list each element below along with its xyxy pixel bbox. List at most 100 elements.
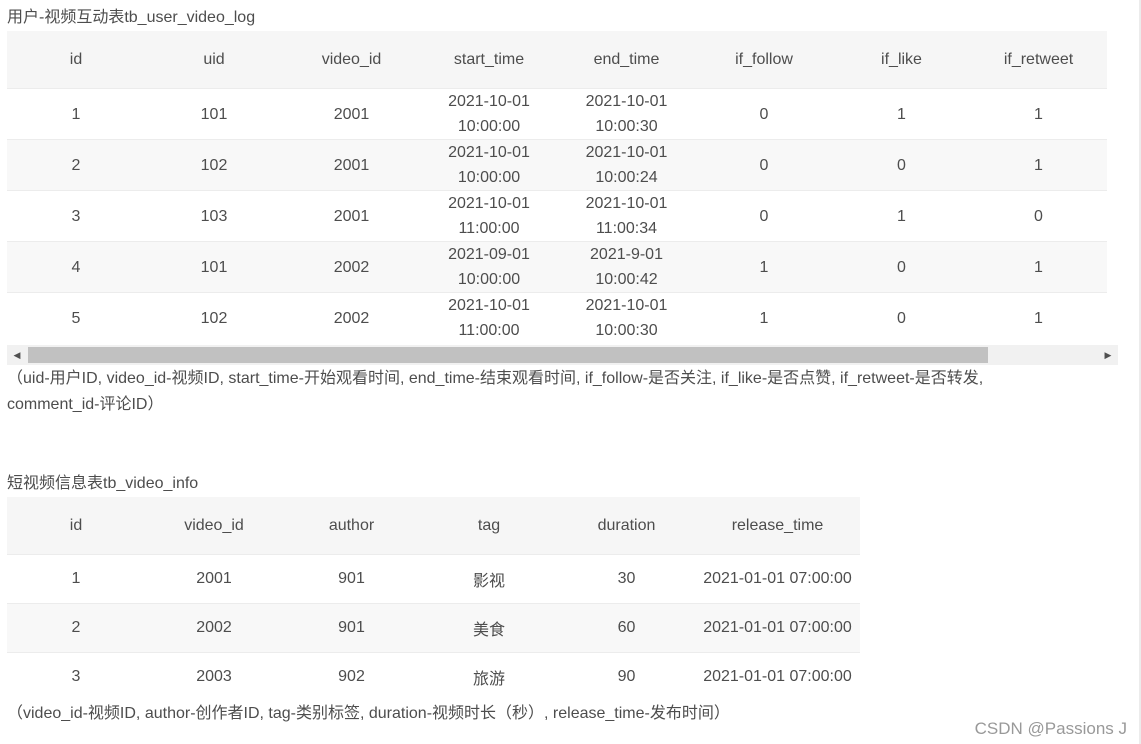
table-row: 5 102 2002 2021-10-01 11:00:00 2021-10-01 10:0… — [7, 292, 1107, 343]
cell-video-id: 2002 — [283, 241, 420, 293]
cell-tag: 美食 — [420, 603, 558, 653]
cell-if-like: 0 — [833, 241, 970, 293]
column-header-if-follow: if_follow — [735, 50, 793, 68]
cell-start-time: 2021-09-01 10:00:00 — [420, 241, 558, 293]
cell-line: 2021-10-01 — [448, 297, 530, 314]
table2-note: （video_id-视频ID, author-创作者ID, tag-类别标签, … — [7, 705, 730, 722]
cell-line: 11:00:00 — [458, 322, 520, 339]
cell-id: 1 — [7, 554, 145, 604]
cell-end-time: 2021-10-01 10:00:24 — [558, 139, 695, 191]
cell-start-time: 2021-10-01 10:00:00 — [420, 88, 558, 140]
cell-id: 2 — [7, 139, 145, 191]
cell-line: 10:00:00 — [457, 118, 521, 135]
cell-if-follow: 0 — [695, 190, 833, 242]
table-row: 1 2001 901 影视 30 2021-01-01 07:00:00 — [7, 554, 860, 604]
cell-video-id: 2001 — [283, 139, 420, 191]
cell-end-time: 2021-10-01 11:00:34 — [558, 190, 695, 242]
user-video-log-table-container[interactable]: id uid video_id start_time end_time if_follow… — [7, 31, 1118, 345]
column-header-id: id — [69, 50, 83, 68]
table1-note-line1: （uid-用户ID, video_id-视频ID, start_time-开始观… — [7, 370, 984, 387]
cell-if-retweet: 1 — [970, 292, 1107, 343]
cell-start-time: 2021-10-01 11:00:00 — [420, 190, 558, 242]
column-header-duration: duration — [597, 516, 656, 534]
scroll-right-icon[interactable]: ▶ — [1098, 345, 1118, 365]
cell-if-like: 0 — [833, 139, 970, 191]
cell-id: 2 — [7, 603, 145, 653]
cell-uid: 103 — [145, 190, 283, 242]
table2-caption: 短视频信息表tb_video_info — [7, 475, 199, 492]
cell-line: 11:00:34 — [595, 220, 658, 237]
cell-end-time: 2021-10-01 10:00:30 — [558, 88, 695, 140]
horizontal-scrollbar[interactable]: ◀ ▶ — [7, 345, 1118, 365]
cell-id: 3 — [7, 190, 145, 242]
cell-uid: 102 — [145, 139, 283, 191]
cell-if-retweet: 0 — [970, 190, 1107, 242]
cell-duration: 90 — [558, 652, 695, 700]
cell-line: 2021-09-01 — [448, 246, 530, 263]
column-header-end-time: end_time — [593, 50, 660, 68]
table-row: 2 2002 901 美食 60 2021-01-01 07:00:00 — [7, 603, 860, 653]
column-header-if-retweet: if_retweet — [1003, 50, 1074, 68]
cell-video-id: 2001 — [145, 554, 283, 604]
column-header-id: id — [69, 516, 83, 534]
cell-id: 3 — [7, 652, 145, 700]
cell-line: 10:00:42 — [595, 271, 658, 288]
column-header-if-like: if_like — [881, 50, 922, 68]
cell-uid: 101 — [145, 241, 283, 293]
watermark: CSDN @Passions J — [974, 719, 1127, 738]
table-header-row: id video_id author tag duration release_time — [7, 497, 860, 555]
cell-line: 10:00:30 — [595, 322, 658, 339]
cell-release-time: 2021-01-01 07:00:00 — [695, 554, 860, 604]
cell-end-time: 2021-9-01 10:00:42 — [558, 241, 695, 293]
cell-release-time: 2021-01-01 07:00:00 — [695, 652, 860, 700]
cell-duration: 30 — [558, 554, 695, 604]
cell-author: 902 — [283, 652, 420, 700]
cell-if-like: 1 — [833, 88, 970, 140]
cell-author: 901 — [283, 554, 420, 604]
cell-if-follow: 1 — [695, 292, 833, 343]
column-header-uid: uid — [203, 50, 225, 68]
table-row: 2 102 2001 2021-10-01 10:00:00 2021-10-01 10:0… — [7, 139, 1107, 191]
cell-uid: 102 — [145, 292, 283, 343]
cell-release-time: 2021-01-01 07:00:00 — [695, 603, 860, 653]
table-row: 1 101 2001 2021-10-01 10:00:00 2021-10-01 10:0… — [7, 88, 1107, 140]
cell-end-time: 2021-10-01 10:00:30 — [558, 292, 695, 343]
cell-video-id: 2002 — [145, 603, 283, 653]
cell-uid: 101 — [145, 88, 283, 140]
table-row: 3 2003 902 旅游 90 2021-01-01 07:00:00 — [7, 652, 860, 700]
table1-caption: 用户-视频互动表tb_user_video_log — [7, 9, 256, 26]
cell-line: 10:00:24 — [595, 169, 658, 186]
cell-line: 2021-10-01 — [585, 195, 668, 212]
video-info-table: id video_id author tag duration release_time … — [7, 497, 860, 700]
user-video-log-table: id uid video_id start_time end_time if_follow… — [7, 31, 1107, 343]
cell-line: 10:00:30 — [595, 118, 658, 135]
table-header-row: id uid video_id start_time end_time if_follow… — [7, 31, 1107, 89]
cell-video-id: 2001 — [283, 190, 420, 242]
cell-line: 2021-10-01 — [448, 144, 530, 161]
cell-video-id: 2002 — [283, 292, 420, 343]
cell-line: 10:00:00 — [457, 169, 521, 186]
cell-line: 2021-9-01 — [590, 246, 663, 263]
scrollbar-thumb[interactable] — [28, 347, 988, 363]
video-info-table-container: id video_id author tag duration release_time … — [7, 497, 860, 700]
cell-tag: 影视 — [420, 554, 558, 604]
column-header-tag: tag — [477, 516, 501, 534]
column-header-video-id: video_id — [184, 516, 244, 534]
cell-author: 901 — [283, 603, 420, 653]
cell-line: 2021-10-01 — [585, 144, 668, 161]
cell-line: 2021-10-01 — [585, 297, 668, 314]
table-row: 3 103 2001 2021-10-01 11:00:00 2021-10-01 11:0… — [7, 190, 1107, 242]
scroll-left-icon[interactable]: ◀ — [7, 345, 27, 365]
cell-if-retweet: 1 — [970, 88, 1107, 140]
cell-line: 2021-10-01 — [448, 93, 530, 110]
cell-if-retweet: 1 — [970, 241, 1107, 293]
column-header-video-id: video_id — [321, 50, 382, 68]
cell-video-id: 2001 — [283, 88, 420, 140]
cell-start-time: 2021-10-01 10:00:00 — [420, 139, 558, 191]
cell-if-follow: 0 — [695, 88, 833, 140]
cell-line: 2021-10-01 — [585, 93, 668, 110]
cell-id: 1 — [7, 88, 145, 140]
cell-line: 11:00:00 — [458, 220, 520, 237]
table-row: 4 101 2002 2021-09-01 10:00:00 2021-9-01 10:00… — [7, 241, 1107, 293]
column-header-start-time: start_time — [453, 50, 525, 68]
